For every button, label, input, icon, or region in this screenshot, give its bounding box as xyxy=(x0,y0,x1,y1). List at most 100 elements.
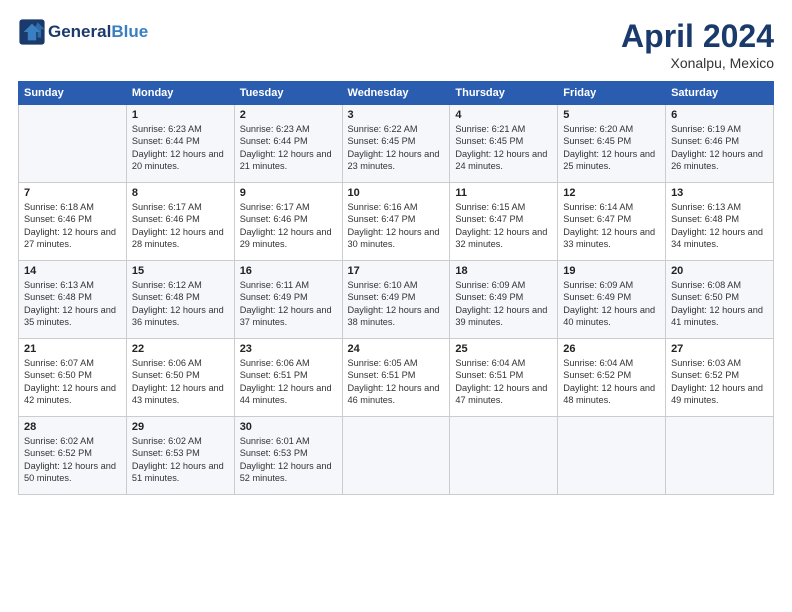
day-info: Sunrise: 6:17 AMSunset: 6:46 PMDaylight:… xyxy=(240,201,337,251)
day-cell xyxy=(342,417,450,495)
day-cell: 30 Sunrise: 6:01 AMSunset: 6:53 PMDaylig… xyxy=(234,417,342,495)
day-number: 14 xyxy=(24,265,121,277)
day-number: 21 xyxy=(24,343,121,355)
day-info: Sunrise: 6:19 AMSunset: 6:46 PMDaylight:… xyxy=(671,123,768,173)
day-cell: 4 Sunrise: 6:21 AMSunset: 6:45 PMDayligh… xyxy=(450,105,558,183)
day-cell: 22 Sunrise: 6:06 AMSunset: 6:50 PMDaylig… xyxy=(126,339,234,417)
day-cell: 20 Sunrise: 6:08 AMSunset: 6:50 PMDaylig… xyxy=(666,261,774,339)
title-block: April 2024 Xonalpu, Mexico xyxy=(621,18,774,71)
day-number: 12 xyxy=(563,187,660,199)
day-number: 7 xyxy=(24,187,121,199)
day-number: 18 xyxy=(455,265,552,277)
day-info: Sunrise: 6:02 AMSunset: 6:53 PMDaylight:… xyxy=(132,435,229,485)
day-cell: 1 Sunrise: 6:23 AMSunset: 6:44 PMDayligh… xyxy=(126,105,234,183)
day-cell xyxy=(558,417,666,495)
col-saturday: Saturday xyxy=(666,82,774,105)
logo-icon xyxy=(18,18,46,46)
day-info: Sunrise: 6:04 AMSunset: 6:51 PMDaylight:… xyxy=(455,357,552,407)
day-number: 29 xyxy=(132,421,229,433)
day-info: Sunrise: 6:16 AMSunset: 6:47 PMDaylight:… xyxy=(348,201,445,251)
logo-text: GeneralBlue xyxy=(48,22,148,42)
col-friday: Friday xyxy=(558,82,666,105)
day-number: 27 xyxy=(671,343,768,355)
day-cell: 15 Sunrise: 6:12 AMSunset: 6:48 PMDaylig… xyxy=(126,261,234,339)
day-cell: 7 Sunrise: 6:18 AMSunset: 6:46 PMDayligh… xyxy=(19,183,127,261)
col-wednesday: Wednesday xyxy=(342,82,450,105)
week-row-1: 1 Sunrise: 6:23 AMSunset: 6:44 PMDayligh… xyxy=(19,105,774,183)
day-info: Sunrise: 6:06 AMSunset: 6:50 PMDaylight:… xyxy=(132,357,229,407)
week-row-4: 21 Sunrise: 6:07 AMSunset: 6:50 PMDaylig… xyxy=(19,339,774,417)
day-number: 5 xyxy=(563,109,660,121)
day-info: Sunrise: 6:13 AMSunset: 6:48 PMDaylight:… xyxy=(24,279,121,329)
day-info: Sunrise: 6:11 AMSunset: 6:49 PMDaylight:… xyxy=(240,279,337,329)
logo: GeneralBlue xyxy=(18,18,148,46)
day-number: 8 xyxy=(132,187,229,199)
day-info: Sunrise: 6:02 AMSunset: 6:52 PMDaylight:… xyxy=(24,435,121,485)
day-info: Sunrise: 6:08 AMSunset: 6:50 PMDaylight:… xyxy=(671,279,768,329)
week-row-2: 7 Sunrise: 6:18 AMSunset: 6:46 PMDayligh… xyxy=(19,183,774,261)
day-number: 10 xyxy=(348,187,445,199)
day-cell: 23 Sunrise: 6:06 AMSunset: 6:51 PMDaylig… xyxy=(234,339,342,417)
day-info: Sunrise: 6:05 AMSunset: 6:51 PMDaylight:… xyxy=(348,357,445,407)
day-cell: 19 Sunrise: 6:09 AMSunset: 6:49 PMDaylig… xyxy=(558,261,666,339)
day-number: 9 xyxy=(240,187,337,199)
day-number: 11 xyxy=(455,187,552,199)
day-number: 4 xyxy=(455,109,552,121)
day-cell: 10 Sunrise: 6:16 AMSunset: 6:47 PMDaylig… xyxy=(342,183,450,261)
page: GeneralBlue April 2024 Xonalpu, Mexico S… xyxy=(0,0,792,612)
day-info: Sunrise: 6:21 AMSunset: 6:45 PMDaylight:… xyxy=(455,123,552,173)
day-number: 13 xyxy=(671,187,768,199)
day-cell xyxy=(19,105,127,183)
day-number: 2 xyxy=(240,109,337,121)
col-thursday: Thursday xyxy=(450,82,558,105)
day-cell: 9 Sunrise: 6:17 AMSunset: 6:46 PMDayligh… xyxy=(234,183,342,261)
day-cell: 24 Sunrise: 6:05 AMSunset: 6:51 PMDaylig… xyxy=(342,339,450,417)
day-info: Sunrise: 6:03 AMSunset: 6:52 PMDaylight:… xyxy=(671,357,768,407)
day-number: 20 xyxy=(671,265,768,277)
col-sunday: Sunday xyxy=(19,82,127,105)
day-number: 6 xyxy=(671,109,768,121)
day-info: Sunrise: 6:13 AMSunset: 6:48 PMDaylight:… xyxy=(671,201,768,251)
col-tuesday: Tuesday xyxy=(234,82,342,105)
day-info: Sunrise: 6:10 AMSunset: 6:49 PMDaylight:… xyxy=(348,279,445,329)
day-number: 30 xyxy=(240,421,337,433)
day-info: Sunrise: 6:20 AMSunset: 6:45 PMDaylight:… xyxy=(563,123,660,173)
day-number: 25 xyxy=(455,343,552,355)
day-number: 24 xyxy=(348,343,445,355)
day-number: 22 xyxy=(132,343,229,355)
day-number: 17 xyxy=(348,265,445,277)
day-number: 23 xyxy=(240,343,337,355)
day-cell: 27 Sunrise: 6:03 AMSunset: 6:52 PMDaylig… xyxy=(666,339,774,417)
day-cell: 8 Sunrise: 6:17 AMSunset: 6:46 PMDayligh… xyxy=(126,183,234,261)
day-cell: 21 Sunrise: 6:07 AMSunset: 6:50 PMDaylig… xyxy=(19,339,127,417)
day-cell: 12 Sunrise: 6:14 AMSunset: 6:47 PMDaylig… xyxy=(558,183,666,261)
week-row-5: 28 Sunrise: 6:02 AMSunset: 6:52 PMDaylig… xyxy=(19,417,774,495)
day-number: 15 xyxy=(132,265,229,277)
day-cell: 29 Sunrise: 6:02 AMSunset: 6:53 PMDaylig… xyxy=(126,417,234,495)
day-info: Sunrise: 6:07 AMSunset: 6:50 PMDaylight:… xyxy=(24,357,121,407)
day-info: Sunrise: 6:23 AMSunset: 6:44 PMDaylight:… xyxy=(132,123,229,173)
day-cell: 3 Sunrise: 6:22 AMSunset: 6:45 PMDayligh… xyxy=(342,105,450,183)
day-info: Sunrise: 6:06 AMSunset: 6:51 PMDaylight:… xyxy=(240,357,337,407)
day-number: 1 xyxy=(132,109,229,121)
day-number: 3 xyxy=(348,109,445,121)
day-info: Sunrise: 6:04 AMSunset: 6:52 PMDaylight:… xyxy=(563,357,660,407)
day-info: Sunrise: 6:01 AMSunset: 6:53 PMDaylight:… xyxy=(240,435,337,485)
month-title: April 2024 xyxy=(621,18,774,55)
day-info: Sunrise: 6:14 AMSunset: 6:47 PMDaylight:… xyxy=(563,201,660,251)
calendar-table: Sunday Monday Tuesday Wednesday Thursday… xyxy=(18,81,774,495)
header: GeneralBlue April 2024 Xonalpu, Mexico xyxy=(18,18,774,71)
location-subtitle: Xonalpu, Mexico xyxy=(621,55,774,71)
day-info: Sunrise: 6:17 AMSunset: 6:46 PMDaylight:… xyxy=(132,201,229,251)
day-info: Sunrise: 6:12 AMSunset: 6:48 PMDaylight:… xyxy=(132,279,229,329)
day-info: Sunrise: 6:09 AMSunset: 6:49 PMDaylight:… xyxy=(563,279,660,329)
week-row-3: 14 Sunrise: 6:13 AMSunset: 6:48 PMDaylig… xyxy=(19,261,774,339)
day-number: 16 xyxy=(240,265,337,277)
day-number: 28 xyxy=(24,421,121,433)
day-number: 26 xyxy=(563,343,660,355)
day-cell: 5 Sunrise: 6:20 AMSunset: 6:45 PMDayligh… xyxy=(558,105,666,183)
day-info: Sunrise: 6:09 AMSunset: 6:49 PMDaylight:… xyxy=(455,279,552,329)
day-cell: 18 Sunrise: 6:09 AMSunset: 6:49 PMDaylig… xyxy=(450,261,558,339)
day-cell: 16 Sunrise: 6:11 AMSunset: 6:49 PMDaylig… xyxy=(234,261,342,339)
day-info: Sunrise: 6:22 AMSunset: 6:45 PMDaylight:… xyxy=(348,123,445,173)
